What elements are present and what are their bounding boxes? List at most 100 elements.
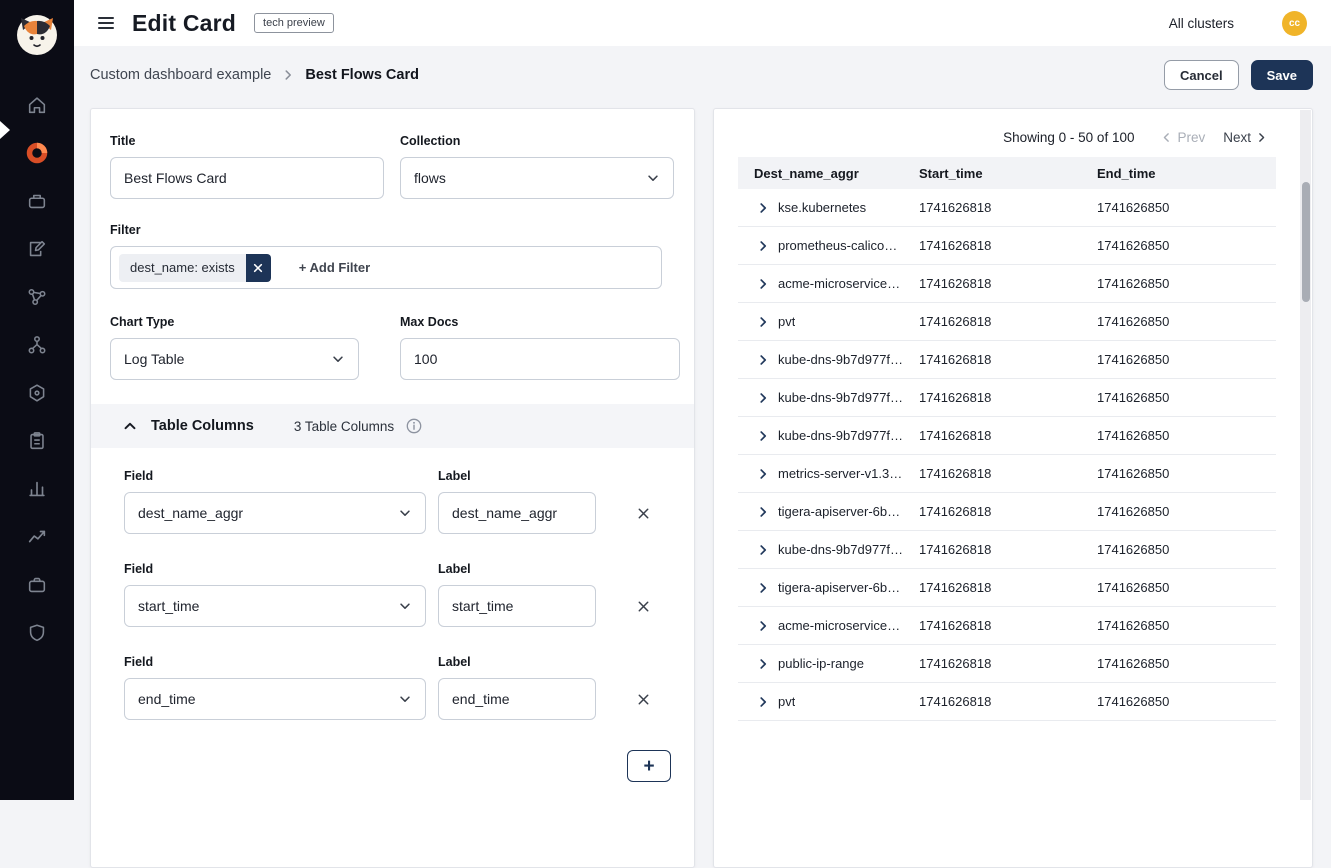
close-icon — [636, 506, 651, 521]
column-label-input[interactable] — [438, 678, 596, 720]
label-label: Label — [438, 655, 596, 669]
cluster-selector[interactable]: All clusters — [1169, 16, 1234, 31]
table-row[interactable]: acme-microservice… 1741626818 1741626850 — [738, 607, 1276, 645]
expand-row-button[interactable] — [756, 277, 770, 291]
table-columns-count: 3 Table Columns — [294, 419, 394, 434]
remove-filter-button[interactable] — [246, 254, 271, 282]
dest-name-cell: kube-dns-9b7d977f… — [778, 542, 903, 557]
remove-column-button[interactable] — [628, 678, 658, 720]
expand-row-button[interactable] — [756, 619, 770, 633]
table-row[interactable]: tigera-apiserver-6b… 1741626818 17416268… — [738, 493, 1276, 531]
column-editors: Field dest_name_aggr Label Field start_t… — [91, 448, 694, 720]
table-row[interactable]: acme-microservice… 1741626818 1741626850 — [738, 265, 1276, 303]
end-time-cell: 1741626850 — [1097, 276, 1276, 291]
logs-icon — [26, 478, 48, 500]
expand-row-button[interactable] — [756, 657, 770, 671]
chevron-down-icon — [398, 599, 412, 613]
scrollbar-thumb[interactable] — [1302, 182, 1310, 302]
column-label-input[interactable] — [438, 585, 596, 627]
title-input[interactable] — [110, 157, 384, 199]
remove-column-button[interactable] — [628, 492, 658, 534]
sidebar-item-compliance[interactable] — [0, 417, 74, 465]
table-row[interactable]: kube-dns-9b7d977f… 1741626818 1741626850 — [738, 417, 1276, 455]
sidebar-item-threat-defense[interactable] — [0, 609, 74, 657]
dest-name-cell: acme-microservice… — [778, 276, 900, 291]
column-header-end: End_time — [1097, 166, 1276, 181]
info-icon[interactable] — [406, 418, 422, 434]
column-label-input[interactable] — [438, 492, 596, 534]
table-columns-section-header[interactable]: Table Columns 3 Table Columns — [91, 404, 694, 448]
sidebar-item-dashboards[interactable] — [0, 129, 74, 177]
expand-row-button[interactable] — [756, 505, 770, 519]
sidebar-item-clusters[interactable] — [0, 369, 74, 417]
expand-row-button[interactable] — [756, 239, 770, 253]
avatar[interactable]: cc — [1282, 11, 1307, 36]
scrollbar-track[interactable] — [1300, 110, 1311, 800]
chart-type-select[interactable]: Log Table — [110, 338, 359, 380]
collapse-section-button[interactable] — [122, 418, 138, 434]
field-select[interactable]: dest_name_aggr — [124, 492, 426, 534]
expand-row-button[interactable] — [756, 429, 770, 443]
max-docs-input[interactable] — [400, 338, 680, 380]
sidebar-item-workloads[interactable] — [0, 561, 74, 609]
table-row[interactable]: public-ip-range 1741626818 1741626850 — [738, 645, 1276, 683]
expand-row-button[interactable] — [756, 581, 770, 595]
table-row[interactable]: kse.kubernetes 1741626818 1741626850 — [738, 189, 1276, 227]
expand-row-button[interactable] — [756, 391, 770, 405]
dest-name-cell: kube-dns-9b7d977f… — [778, 428, 903, 443]
expand-row-button[interactable] — [756, 201, 770, 215]
field-select[interactable]: end_time — [124, 678, 426, 720]
table-row[interactable]: pvt 1741626818 1741626850 — [738, 303, 1276, 341]
save-button[interactable]: Save — [1251, 60, 1313, 90]
sidebar-item-policies[interactable] — [0, 225, 74, 273]
sidebar-item-endpoints[interactable] — [0, 177, 74, 225]
table-row[interactable]: kube-dns-9b7d977f… 1741626818 1741626850 — [738, 531, 1276, 569]
add-filter-button[interactable]: + Add Filter — [299, 260, 370, 275]
field-select[interactable]: start_time — [124, 585, 426, 627]
start-time-cell: 1741626818 — [919, 276, 1097, 291]
next-page-button[interactable]: Next — [1223, 130, 1268, 145]
table-row[interactable]: pvt 1741626818 1741626850 — [738, 683, 1276, 721]
max-docs-label: Max Docs — [400, 315, 680, 329]
start-time-cell: 1741626818 — [919, 618, 1097, 633]
expand-row-button[interactable] — [756, 467, 770, 481]
expand-row-button[interactable] — [756, 353, 770, 367]
sidebar-item-home[interactable] — [0, 81, 74, 129]
active-nav-indicator — [0, 121, 10, 139]
sidebar-item-flow-tiers[interactable] — [0, 321, 74, 369]
prev-page-button[interactable]: Prev — [1160, 130, 1205, 145]
chart-type-label: Chart Type — [110, 315, 400, 329]
breadcrumb-parent[interactable]: Custom dashboard example — [90, 67, 271, 83]
dest-name-cell: pvt — [778, 694, 795, 709]
chevron-right-icon — [756, 239, 770, 253]
start-time-cell: 1741626818 — [919, 694, 1097, 709]
start-time-cell: 1741626818 — [919, 200, 1097, 215]
expand-row-button[interactable] — [756, 315, 770, 329]
service-graph-icon — [26, 286, 48, 308]
chevron-right-icon — [756, 315, 770, 329]
calico-logo[interactable] — [14, 12, 60, 63]
remove-column-button[interactable] — [628, 585, 658, 627]
start-time-cell: 1741626818 — [919, 238, 1097, 253]
collection-select[interactable]: flows — [400, 157, 674, 199]
pagination-status: Showing 0 - 50 of 100 — [1003, 130, 1134, 145]
table-column-editor: Field start_time Label — [124, 562, 694, 627]
table-row[interactable]: tigera-apiserver-6b… 1741626818 17416268… — [738, 569, 1276, 607]
expand-row-button[interactable] — [756, 695, 770, 709]
table-row[interactable]: prometheus-calico… 1741626818 1741626850 — [738, 227, 1276, 265]
sidebar-item-activity[interactable] — [0, 513, 74, 561]
cancel-button[interactable]: Cancel — [1164, 60, 1239, 90]
expand-row-button[interactable] — [756, 543, 770, 557]
menu-toggle-button[interactable] — [96, 13, 116, 33]
filter-label: Filter — [110, 223, 678, 237]
add-column-button[interactable]: + — [627, 750, 671, 782]
sidebar-item-service-graph[interactable] — [0, 273, 74, 321]
sidebar-item-logs[interactable] — [0, 465, 74, 513]
tech-preview-badge: tech preview — [254, 13, 334, 33]
table-row[interactable]: metrics-server-v1.3… 1741626818 17416268… — [738, 455, 1276, 493]
collection-select-value: flows — [414, 170, 446, 186]
chevron-right-icon — [756, 353, 770, 367]
table-row[interactable]: kube-dns-9b7d977f… 1741626818 1741626850 — [738, 341, 1276, 379]
label-label: Label — [438, 562, 596, 576]
table-row[interactable]: kube-dns-9b7d977f… 1741626818 1741626850 — [738, 379, 1276, 417]
